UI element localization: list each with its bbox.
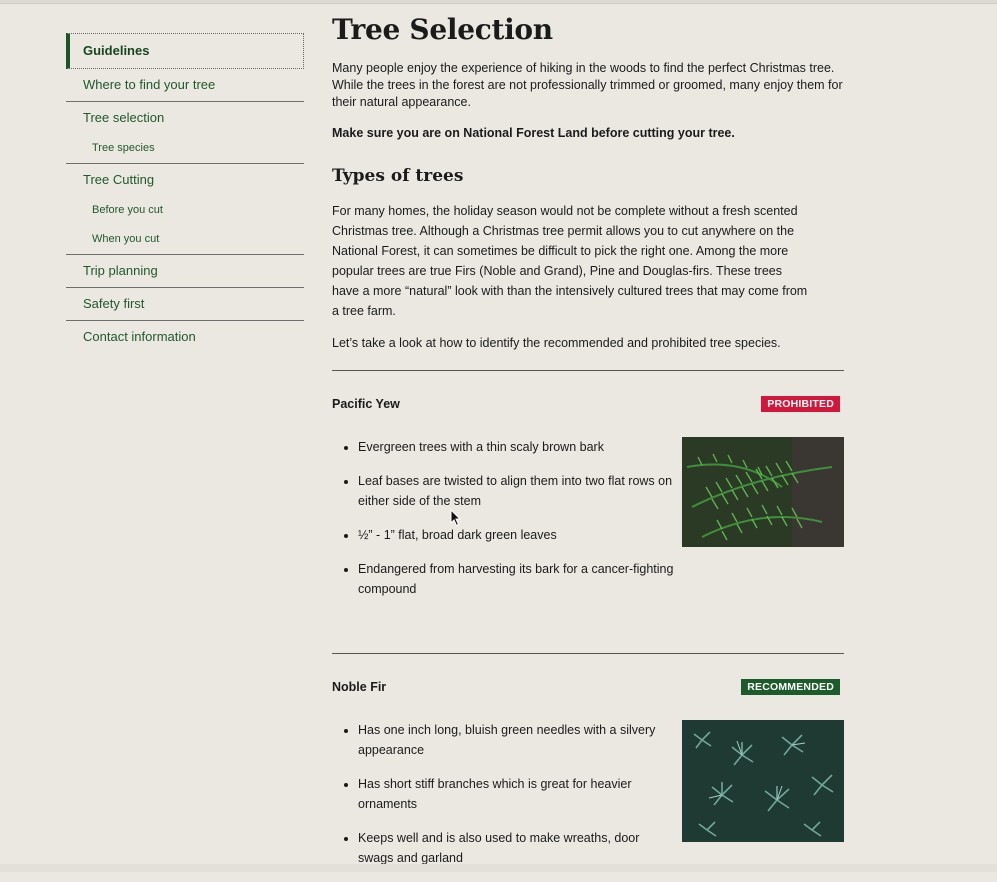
sidebar-item-tree-selection[interactable]: Tree selection bbox=[66, 102, 304, 134]
sidebar-item-guidelines[interactable]: Guidelines bbox=[66, 33, 304, 69]
list-item: ½” - 1” flat, broad dark green leaves bbox=[358, 525, 678, 545]
list-item: Has short stiff branches which is great … bbox=[358, 774, 678, 814]
sidebar-subitem-when-you-cut[interactable]: When you cut bbox=[66, 225, 304, 255]
types-of-trees-heading: Types of trees bbox=[332, 166, 464, 186]
sidebar-item-where-to-find[interactable]: Where to find your tree bbox=[66, 69, 304, 102]
list-item: Has one inch long, bluish green needles … bbox=[358, 720, 678, 760]
tree-card-noble-fir: Noble Fir RECOMMENDED Has one inch long,… bbox=[332, 654, 844, 882]
list-item: Keeps well and is also used to make wrea… bbox=[358, 828, 678, 868]
lookup-paragraph: Let’s take a look at how to identify the… bbox=[332, 336, 781, 350]
page-title: Tree Selection bbox=[332, 13, 553, 46]
noble-fir-photo bbox=[682, 720, 844, 842]
sidebar-item-safety-first[interactable]: Safety first bbox=[66, 288, 304, 321]
sidebar-subitem-before-you-cut[interactable]: Before you cut bbox=[66, 196, 304, 225]
tree-card-pacific-yew: Pacific Yew PROHIBITED Evergreen trees w… bbox=[332, 371, 844, 613]
status-badge-recommended: RECOMMENDED bbox=[741, 679, 840, 695]
sidebar-item-tree-cutting[interactable]: Tree Cutting bbox=[66, 164, 304, 196]
mouse-cursor-icon bbox=[450, 509, 462, 527]
sidebar-subitem-tree-species[interactable]: Tree species bbox=[66, 134, 304, 164]
sidebar-nav: Guidelines Where to find your tree Tree … bbox=[66, 33, 304, 353]
status-badge-prohibited: PROHIBITED bbox=[761, 396, 840, 412]
tree-facts-list: Evergreen trees with a thin scaly brown … bbox=[332, 437, 678, 613]
tree-name: Noble Fir bbox=[332, 680, 387, 694]
list-item: Endangered from harvesting its bark for … bbox=[358, 559, 678, 599]
bottom-edge bbox=[0, 864, 997, 872]
intro-paragraph: Many people enjoy the experience of hiki… bbox=[332, 61, 843, 109]
tree-name: Pacific Yew bbox=[332, 397, 400, 411]
national-forest-notice: Make sure you are on National Forest Lan… bbox=[332, 126, 735, 140]
main-content: Tree Selection Many people enjoy the exp… bbox=[332, 0, 844, 882]
pacific-yew-photo bbox=[682, 437, 844, 547]
list-item: Leaf bases are twisted to align them int… bbox=[358, 471, 678, 511]
list-item: Evergreen trees with a thin scaly brown … bbox=[358, 437, 678, 457]
types-paragraph: For many homes, the holiday season would… bbox=[332, 204, 808, 318]
tree-facts-list: Has one inch long, bluish green needles … bbox=[332, 720, 678, 882]
sidebar-item-trip-planning[interactable]: Trip planning bbox=[66, 255, 304, 288]
sidebar-item-contact-information[interactable]: Contact information bbox=[66, 321, 304, 353]
